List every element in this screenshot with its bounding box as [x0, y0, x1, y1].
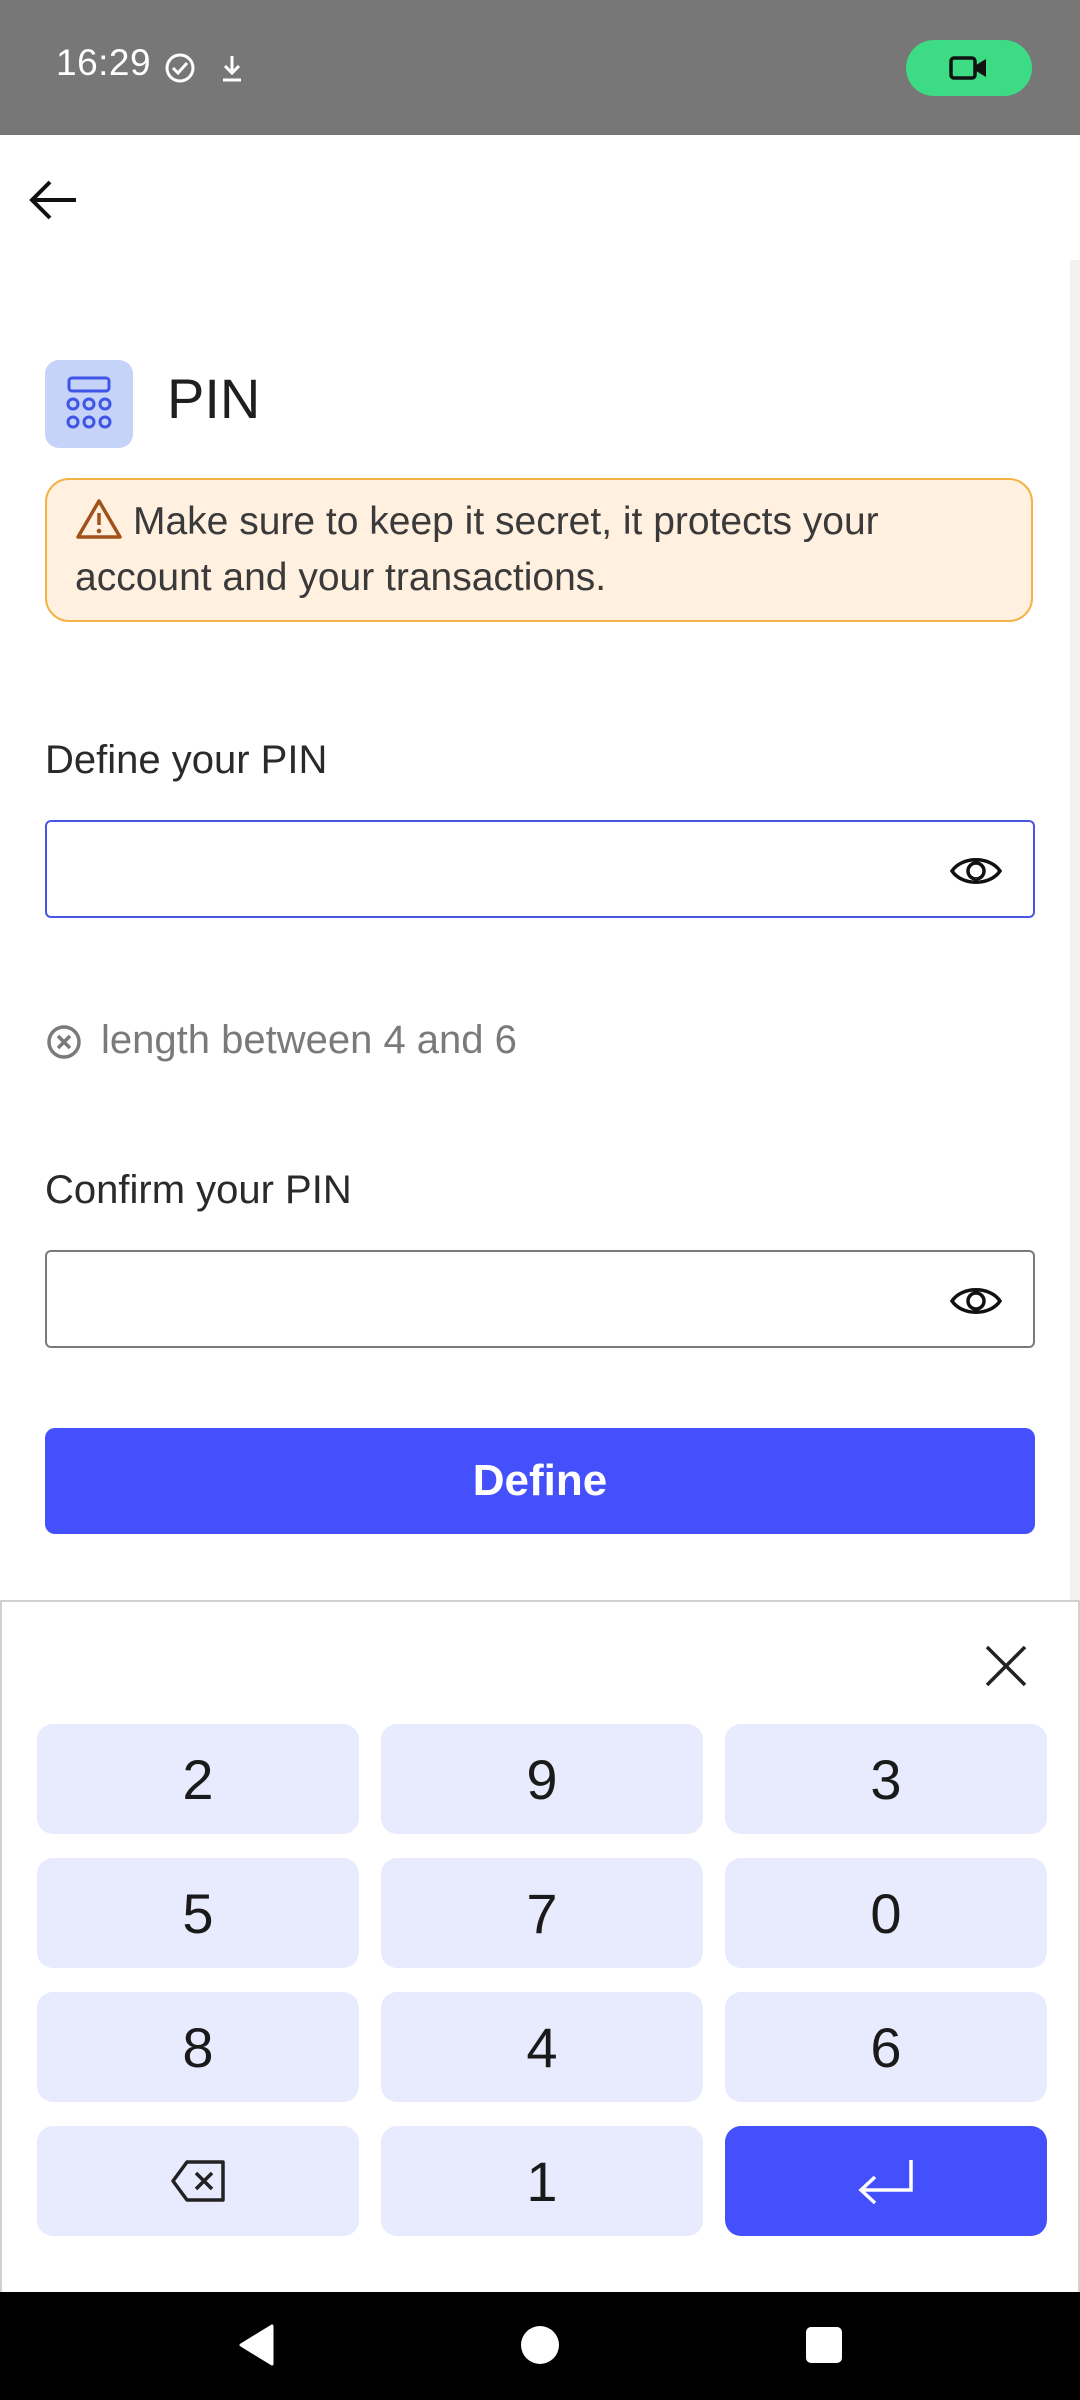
pin-keypad: 2 9 3 5 7 0 8 4 6 1: [0, 1600, 1080, 2292]
back-button[interactable]: [22, 168, 86, 232]
pin-length-rule: length between 4 and 6: [45, 1018, 517, 1063]
define-pin-input[interactable]: [67, 836, 931, 904]
key-1[interactable]: 1: [381, 2126, 703, 2236]
key-5[interactable]: 5: [37, 1858, 359, 1968]
video-camera-icon: [949, 56, 986, 80]
close-icon: [985, 1645, 1027, 1687]
keypad-icon: [66, 376, 112, 429]
system-nav-bar: [0, 2292, 1080, 2400]
status-bar: 16:29: [0, 0, 1080, 135]
arrow-left-icon: [29, 180, 76, 220]
enter-icon: [858, 2160, 913, 2205]
scrollbar[interactable]: [1070, 260, 1080, 1600]
screen-record-indicator[interactable]: [906, 40, 1032, 96]
key-3[interactable]: 3: [725, 1724, 1047, 1834]
download-icon: [223, 56, 242, 82]
eye-icon[interactable]: [949, 1282, 1003, 1320]
key-7[interactable]: 7: [381, 1858, 703, 1968]
enter-key[interactable]: [725, 2126, 1047, 2236]
confirm-pin-input[interactable]: [67, 1266, 931, 1334]
eye-icon[interactable]: [949, 852, 1003, 890]
define-button[interactable]: Define: [45, 1428, 1035, 1534]
key-0[interactable]: 0: [725, 1858, 1047, 1968]
key-4[interactable]: 4: [381, 1992, 703, 2102]
status-time: 16:29: [56, 42, 152, 83]
nav-recents-icon[interactable]: [806, 2327, 842, 2363]
close-keypad-button[interactable]: [982, 1642, 1030, 1690]
check-circle-icon: [165, 53, 195, 83]
key-9[interactable]: 9: [381, 1724, 703, 1834]
rule-text: length between 4 and 6: [101, 1018, 517, 1062]
define-pin-field[interactable]: [45, 820, 1035, 918]
x-circle-icon: [47, 1025, 81, 1059]
key-6[interactable]: 6: [725, 1992, 1047, 2102]
status-icons: [162, 50, 250, 86]
keypad-badge: [45, 360, 133, 448]
nav-home-icon[interactable]: [521, 2326, 559, 2364]
backspace-key[interactable]: [37, 2126, 359, 2236]
warning-banner: Make sure to keep it secret, it protects…: [45, 478, 1033, 622]
key-8[interactable]: 8: [37, 1992, 359, 2102]
backspace-icon: [171, 2160, 225, 2202]
confirm-pin-label: Confirm your PIN: [45, 1168, 352, 1212]
warning-triangle-icon: [76, 499, 122, 539]
key-2[interactable]: 2: [37, 1724, 359, 1834]
page-title: PIN: [167, 367, 261, 430]
nav-back-icon[interactable]: [238, 2323, 274, 2367]
warning-text: Make sure to keep it secret, it protects…: [75, 500, 879, 599]
confirm-pin-field[interactable]: [45, 1250, 1035, 1348]
define-pin-label: Define your PIN: [45, 738, 328, 782]
